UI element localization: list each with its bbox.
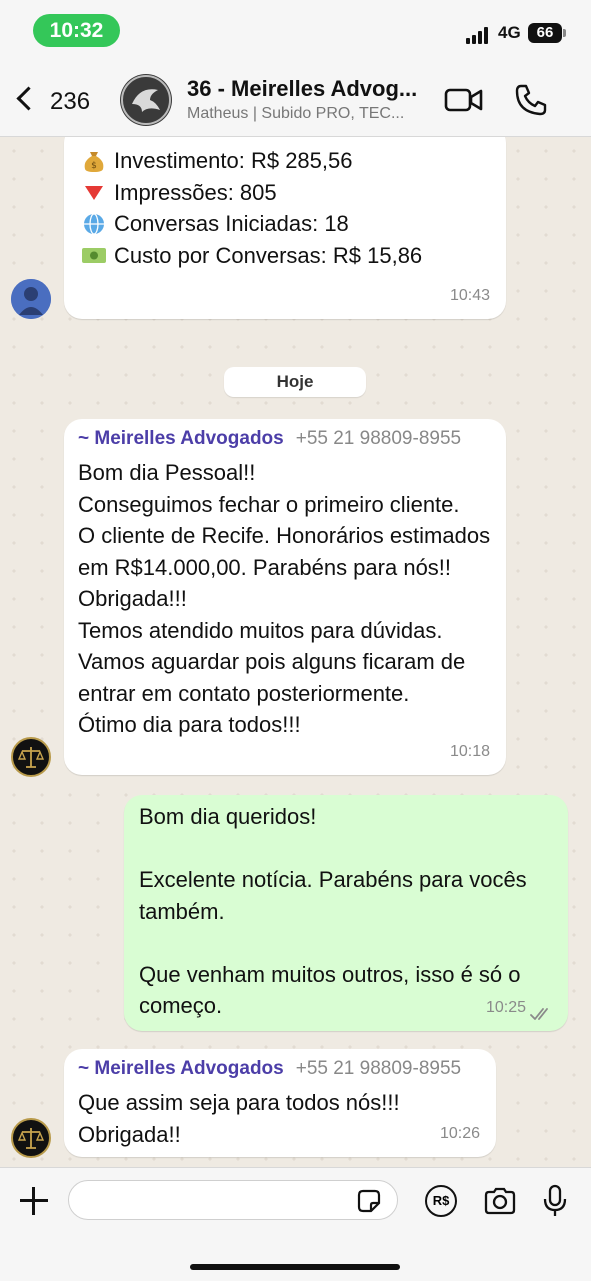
- svg-text:$: $: [91, 161, 97, 171]
- home-indicator: [190, 1264, 400, 1270]
- composer-bar: R$: [0, 1167, 591, 1281]
- sender-phone: +55 21 98809-8955: [295, 428, 462, 449]
- sender-phone: +55 21 98809-8955: [295, 1058, 462, 1079]
- banknote-icon: [82, 248, 106, 264]
- microphone-icon[interactable]: [542, 1184, 568, 1218]
- unread-count: 236: [50, 88, 91, 115]
- stat-row: Impressões: 805: [80, 177, 422, 209]
- message-text: Que assim seja para todos nós!!! Obrigad…: [78, 1090, 400, 1147]
- video-call-icon[interactable]: [444, 86, 484, 114]
- chat-subtitle[interactable]: Matheus | Subido PRO, TEC...: [187, 105, 437, 123]
- sticker-icon[interactable]: [355, 1187, 383, 1215]
- message-time: 10:25: [485, 998, 526, 1016]
- chat-area[interactable]: $ Investimento: R$ 285,56 Impressões: 80…: [0, 137, 591, 1167]
- camera-icon[interactable]: [483, 1186, 517, 1216]
- chat-header: 236 36 - Meirelles Advog... Matheus | Su…: [0, 64, 591, 137]
- stat-row: Custo por Conversas: R$ 15,86: [80, 240, 422, 272]
- sender-avatar[interactable]: [11, 279, 51, 319]
- stat-row: Conversas Iniciadas: 18: [80, 208, 422, 240]
- message-time: 10:18: [449, 742, 490, 760]
- sender-name[interactable]: ~ Meirelles Advogados: [78, 1058, 284, 1079]
- message-text: Bom dia Pessoal!! Conseguimos fechar o p…: [78, 460, 491, 737]
- sender-avatar[interactable]: [11, 1118, 51, 1158]
- stat-investment: Investimento: R$ 285,56: [114, 148, 353, 173]
- message-bubble-outgoing[interactable]: Bom dia queridos! Excelente notícia. Par…: [124, 795, 568, 1031]
- chat-title[interactable]: 36 - Meirelles Advog...: [187, 76, 437, 102]
- signal-icon: [466, 26, 494, 44]
- double-check-icon: [530, 1008, 548, 1020]
- stat-impressions: Impressões: 805: [114, 179, 277, 205]
- status-bar: 10:32 4G 66: [0, 0, 591, 64]
- sender-avatar[interactable]: [11, 737, 51, 777]
- message-bubble[interactable]: ~ Meirelles Advogados +55 21 98809-8955 Q…: [64, 1049, 496, 1157]
- stat-cost-per-conversation: Custo por Conversas: R$ 15,86: [114, 242, 423, 268]
- group-avatar[interactable]: [120, 74, 172, 126]
- message-bubble[interactable]: ~ Meirelles Advogados +55 21 98809-8955 B…: [64, 419, 506, 775]
- group-logo-icon: [121, 75, 171, 125]
- battery-tip: [563, 29, 566, 37]
- chevron-left-icon: [16, 86, 41, 111]
- battery-icon: 66: [528, 23, 562, 43]
- phone-call-icon[interactable]: [514, 83, 548, 117]
- user-avatar-icon: [11, 279, 51, 319]
- sender-row: ~ Meirelles Advogados +55 21 98809-8955: [78, 1057, 488, 1081]
- message-text: Bom dia queridos! Excelente notícia. Par…: [139, 804, 527, 1018]
- message-input[interactable]: [68, 1180, 398, 1220]
- money-bag-icon: $: [84, 151, 104, 172]
- attach-plus-icon[interactable]: [18, 1185, 50, 1217]
- scales-of-justice-icon: [17, 1128, 45, 1149]
- date-separator: Hoje: [224, 367, 366, 397]
- stat-row: $ Investimento: R$ 285,56: [80, 145, 422, 177]
- back-button[interactable]: 236: [16, 84, 90, 118]
- message-time: 10:26: [439, 1124, 480, 1142]
- sender-name[interactable]: ~ Meirelles Advogados: [78, 428, 284, 449]
- scales-of-justice-icon: [17, 747, 45, 768]
- globe-icon: [84, 213, 104, 235]
- payment-icon[interactable]: R$: [425, 1185, 457, 1217]
- status-time[interactable]: 10:32: [33, 14, 120, 47]
- red-triangle-icon: [85, 186, 103, 201]
- message-time: 10:43: [449, 286, 490, 304]
- sender-row: ~ Meirelles Advogados +55 21 98809-8955: [78, 427, 498, 451]
- stat-conversations: Conversas Iniciadas: 18: [114, 211, 349, 236]
- message-bubble[interactable]: $ Investimento: R$ 285,56 Impressões: 80…: [64, 137, 506, 319]
- network-type: 4G: [498, 23, 521, 42]
